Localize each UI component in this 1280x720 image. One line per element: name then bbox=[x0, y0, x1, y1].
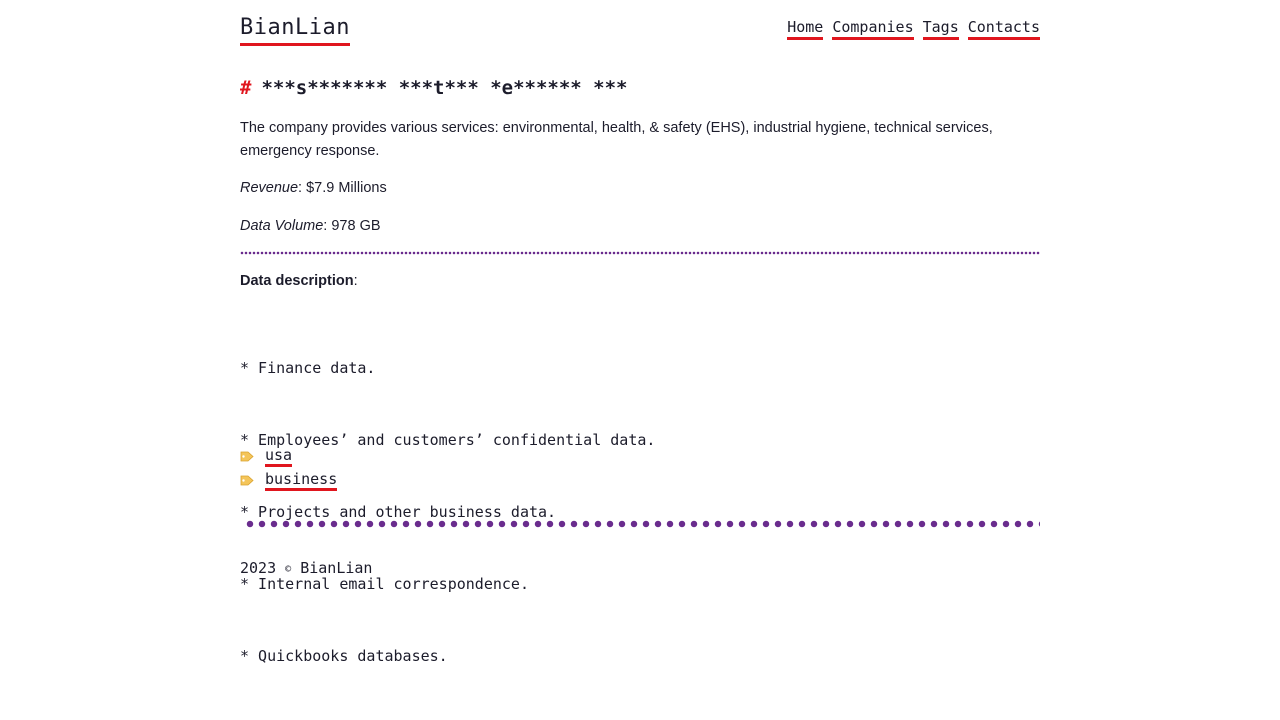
tag-icon bbox=[240, 475, 254, 486]
tag-icon bbox=[240, 451, 254, 462]
list-item: * Finance data. bbox=[240, 359, 376, 377]
data-description-label: Data description bbox=[240, 273, 354, 289]
footer-site-name: BianLian bbox=[300, 559, 373, 577]
list-item: * Quickbooks databases. bbox=[240, 647, 448, 665]
tag-list: usa business bbox=[240, 444, 338, 492]
site-logo-link[interactable]: BianLian bbox=[240, 14, 350, 46]
title-text: ***s******* ***t*** *e****** *** bbox=[261, 77, 628, 99]
data-description-colon: : bbox=[353, 273, 358, 289]
tag-link-usa[interactable]: usa bbox=[265, 446, 293, 467]
dotted-divider bbox=[240, 251, 1040, 255]
site-footer: 2023 © BianLian bbox=[240, 557, 372, 581]
tag-item: usa bbox=[240, 444, 337, 468]
tag-link-business[interactable]: business bbox=[265, 470, 338, 491]
data-description-list: * Finance data. * Employees’ and custome… bbox=[240, 308, 655, 716]
nav-link-home[interactable]: Home bbox=[787, 17, 824, 40]
revenue-line: Revenue: $7.9 Millions bbox=[240, 177, 387, 199]
revenue-label: Revenue bbox=[240, 180, 299, 196]
data-volume-line: Data Volume: 978 GB bbox=[240, 215, 381, 237]
nav-link-contacts[interactable]: Contacts bbox=[967, 17, 1040, 40]
nav-link-tags[interactable]: Tags bbox=[922, 17, 959, 40]
page-container: BianLian Home Companies Tags Contacts # *… bbox=[240, 0, 1040, 665]
site-header: BianLian Home Companies Tags Contacts bbox=[240, 0, 1040, 70]
company-description: The company provides various services: e… bbox=[240, 120, 993, 159]
copyright-symbol: © bbox=[285, 564, 292, 575]
footer-dotted-divider bbox=[244, 520, 1040, 528]
data-volume-value: : 978 GB bbox=[323, 218, 381, 234]
page-title: # ***s******* ***t*** *e****** *** bbox=[240, 76, 628, 100]
main-nav: Home Companies Tags Contacts bbox=[787, 17, 1040, 40]
data-description-heading: Data description: bbox=[240, 270, 358, 292]
footer-year: 2023 bbox=[240, 559, 277, 577]
revenue-value: : $7.9 Millions bbox=[298, 180, 387, 196]
title-hash-marker: # bbox=[240, 77, 252, 99]
tag-item: business bbox=[240, 468, 338, 492]
nav-link-companies[interactable]: Companies bbox=[832, 17, 914, 40]
data-volume-label: Data Volume bbox=[240, 218, 324, 234]
